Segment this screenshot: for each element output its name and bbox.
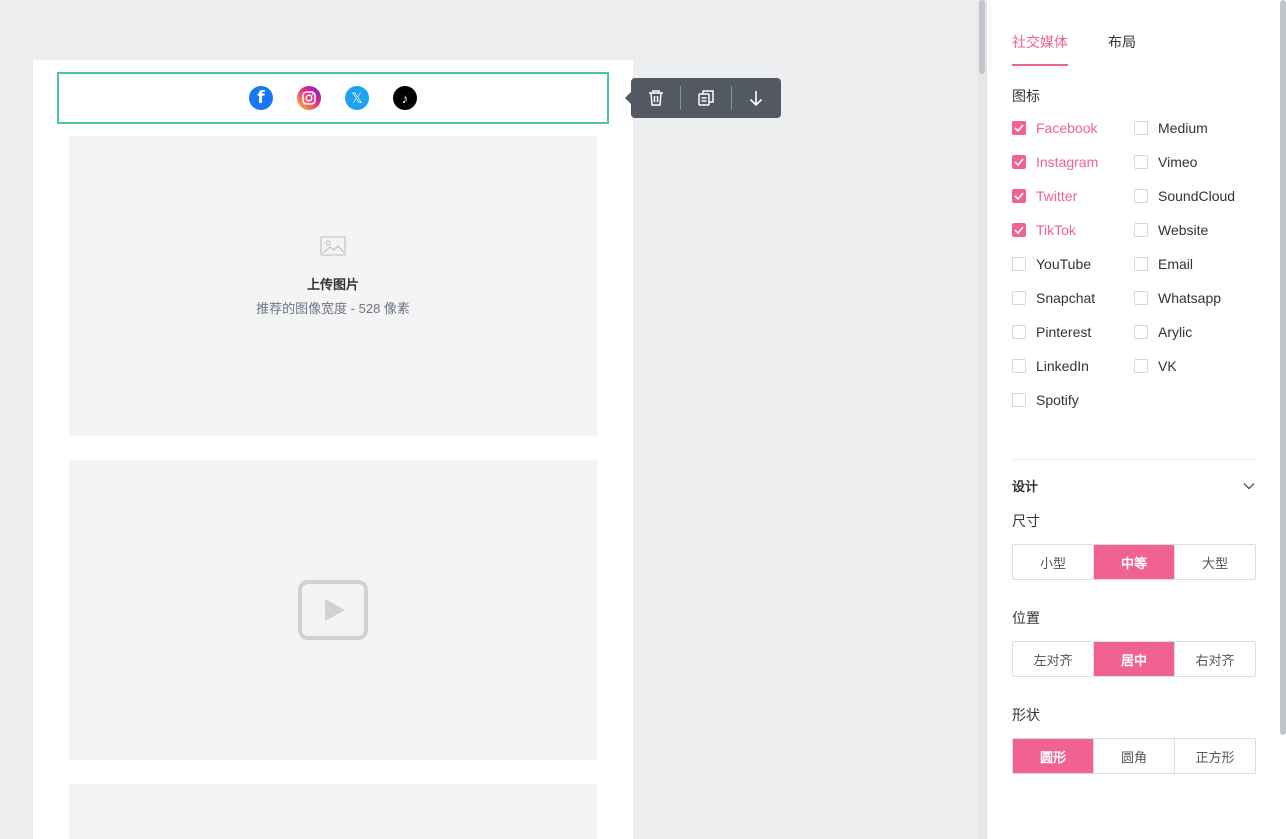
checkbox-twitter[interactable]: Twitter (1012, 186, 1134, 206)
video-placeholder[interactable] (69, 460, 597, 760)
checkbox-snapchat[interactable]: Snapchat (1012, 288, 1134, 308)
checkbox-vk[interactable]: VK (1134, 356, 1264, 376)
delete-button[interactable] (631, 78, 680, 118)
checkbox-linkedin[interactable]: LinkedIn (1012, 356, 1134, 376)
shape-label: 形状 (1012, 707, 1040, 723)
checkbox-instagram[interactable]: Instagram (1012, 152, 1134, 172)
checkbox-label: Facebook (1036, 120, 1098, 136)
checkbox-label: LinkedIn (1036, 358, 1089, 374)
facebook-icon[interactable]: f (249, 86, 273, 110)
checkbox-box (1012, 291, 1026, 305)
checkbox-box (1012, 393, 1026, 407)
checkbox-box (1134, 189, 1148, 203)
platform-checkbox-grid: Facebook Medium Instagram Vimeo Twitter Sound… (1012, 118, 1264, 410)
instagram-icon[interactable] (297, 86, 321, 110)
checkbox-whatsapp[interactable]: Whatsapp (1134, 288, 1264, 308)
checkbox-box (1134, 121, 1148, 135)
canvas-scrollbar-track[interactable] (977, 0, 986, 839)
checkbox-box (1134, 223, 1148, 237)
position-option-2[interactable]: 右对齐 (1175, 642, 1255, 676)
checkbox-label: VK (1158, 358, 1177, 374)
checkbox-box (1012, 257, 1026, 271)
checkbox-box (1134, 257, 1148, 271)
tab-layout[interactable]: 布局 (1108, 32, 1136, 66)
checkbox-facebook[interactable]: Facebook (1012, 118, 1134, 138)
position-option-1[interactable]: 居中 (1094, 642, 1175, 676)
shape-option-1[interactable]: 圆角 (1094, 739, 1175, 773)
size-option-0[interactable]: 小型 (1013, 545, 1094, 579)
canvas-scrollbar-thumb[interactable] (979, 0, 985, 74)
content-placeholder (69, 784, 597, 839)
checkbox-arylic[interactable]: Arylic (1134, 322, 1264, 342)
tiktok-icon[interactable]: ♪ (393, 86, 417, 110)
panel-scrollbar[interactable] (1280, 0, 1286, 735)
design-section-label: 设计 (1012, 479, 1039, 494)
checkbox-email[interactable]: Email (1134, 254, 1264, 274)
checkbox-box (1012, 325, 1026, 339)
checkbox-box (1134, 359, 1148, 373)
checkmark-icon (1012, 223, 1026, 237)
checkbox-soundcloud[interactable]: SoundCloud (1134, 186, 1264, 206)
checkbox-label: YouTube (1036, 256, 1092, 272)
checkbox-label: Vimeo (1158, 154, 1198, 170)
size-option-1[interactable]: 中等 (1094, 545, 1175, 579)
twitter-x-icon[interactable]: 𝕏 (345, 86, 369, 110)
duplicate-button[interactable] (681, 78, 730, 118)
size-option-2[interactable]: 大型 (1175, 545, 1255, 579)
checkbox-label: Spotify (1036, 392, 1079, 408)
checkmark-icon (1012, 121, 1026, 135)
image-placeholder[interactable]: 上传图片 推荐的图像宽度 - 528 像素 (69, 136, 597, 436)
checkbox-label: Medium (1158, 120, 1208, 136)
move-down-button[interactable] (732, 78, 781, 118)
panel-tabs: 社交媒体 布局 (1012, 32, 1136, 66)
checkbox-label: Email (1158, 256, 1194, 272)
checkbox-pinterest[interactable]: Pinterest (1012, 322, 1134, 342)
position-label: 位置 (1012, 610, 1040, 626)
checkmark-icon (1012, 189, 1026, 203)
shape-option-2[interactable]: 正方形 (1175, 739, 1255, 773)
arrow-down-icon (750, 91, 763, 107)
checkbox-label: TikTok (1036, 222, 1076, 238)
checkbox-vimeo[interactable]: Vimeo (1134, 152, 1264, 172)
social-media-block[interactable]: f 𝕏 ♪ (57, 72, 609, 124)
tab-social-media[interactable]: 社交媒体 (1012, 32, 1068, 66)
checkbox-label: Snapchat (1036, 290, 1096, 306)
checkbox-tiktok[interactable]: TikTok (1012, 220, 1134, 240)
checkbox-label: Pinterest (1036, 324, 1092, 340)
shape-segmented-control: 圆形 圆角 正方形 (1012, 738, 1256, 774)
copy-icon (698, 90, 714, 106)
upload-image-hint: 推荐的图像宽度 - 528 像素 (256, 300, 410, 316)
upload-image-title: 上传图片 (306, 276, 359, 292)
checkbox-medium[interactable]: Medium (1134, 118, 1264, 138)
shape-option-0[interactable]: 圆形 (1013, 739, 1094, 773)
checkbox-website[interactable]: Website (1134, 220, 1264, 240)
checkbox-label: Twitter (1036, 188, 1078, 204)
checkbox-label: Instagram (1036, 154, 1099, 170)
section-divider (1012, 459, 1255, 460)
checkbox-label: Arylic (1158, 324, 1193, 340)
checkbox-label: Website (1158, 222, 1209, 238)
checkbox-box (1134, 325, 1148, 339)
checkbox-box (1134, 291, 1148, 305)
checkbox-youtube[interactable]: YouTube (1012, 254, 1134, 274)
size-segmented-control: 小型 中等 大型 (1012, 544, 1256, 580)
checkbox-label: SoundCloud (1158, 188, 1236, 204)
play-icon (298, 580, 368, 640)
design-section-toggle[interactable]: 设计 (1012, 476, 1255, 495)
trash-icon (648, 90, 663, 106)
checkbox-box (1134, 155, 1148, 169)
checkmark-icon (1012, 155, 1026, 169)
position-option-0[interactable]: 左对齐 (1013, 642, 1094, 676)
checkbox-box (1012, 359, 1026, 373)
checkbox-spotify[interactable]: Spotify (1012, 390, 1134, 410)
icons-section-label: 图标 (1012, 88, 1040, 104)
block-toolbar (625, 78, 781, 118)
checkbox-label: Whatsapp (1158, 290, 1222, 306)
chevron-down-icon (1243, 482, 1255, 489)
position-segmented-control: 左对齐 居中 右对齐 (1012, 641, 1256, 677)
size-label: 尺寸 (1012, 513, 1040, 529)
settings-panel: 社交媒体 布局 图标 Facebook Medium Instagram Vimeo T… (986, 0, 1286, 839)
image-icon (320, 235, 346, 256)
